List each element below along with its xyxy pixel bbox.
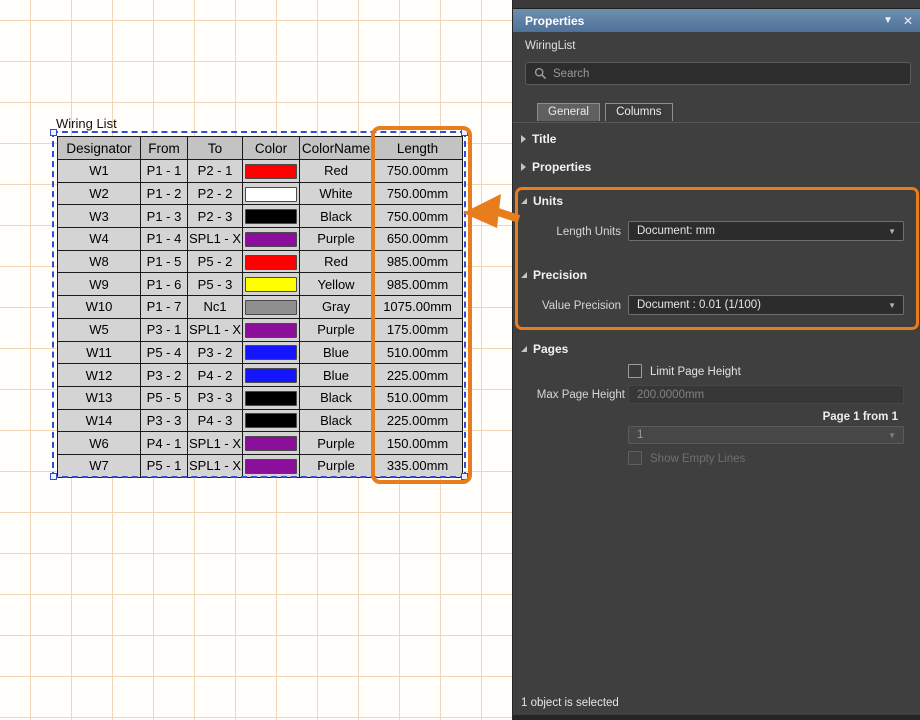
show-empty-lines-label: Show Empty Lines	[650, 453, 745, 465]
selected-object-type: WiringList	[525, 40, 575, 52]
panel-title-bar[interactable]: Properties ▼ ✕	[513, 9, 920, 32]
max-page-height-label: Max Page Height	[521, 389, 625, 401]
collapsed-arrow-icon	[521, 135, 526, 143]
section-title[interactable]: Title	[521, 132, 556, 146]
panel-menu-chevron-icon[interactable]: ▼	[883, 15, 893, 26]
section-units[interactable]: Units	[521, 194, 563, 208]
limit-page-height-checkbox[interactable]	[628, 364, 642, 378]
properties-panel: Properties ▼ ✕ WiringList General Column…	[512, 0, 920, 720]
table-selection-outline[interactable]	[52, 131, 466, 478]
search-box[interactable]	[525, 62, 911, 85]
selection-handle-top-right[interactable]	[461, 129, 468, 136]
section-properties[interactable]: Properties	[521, 160, 591, 174]
chevron-down-icon: ▼	[888, 227, 896, 236]
status-text: 1 object is selected	[521, 697, 619, 709]
tab-columns[interactable]: Columns	[605, 103, 672, 121]
length-units-label: Length Units	[521, 226, 621, 238]
schematic-canvas[interactable]: Wiring List DesignatorFromToColorColorNa…	[0, 0, 512, 720]
value-precision-label: Value Precision	[521, 300, 621, 312]
chevron-down-icon: ▼	[888, 431, 896, 440]
panel-title: Properties	[525, 14, 584, 28]
panel-top-strip	[513, 0, 920, 9]
section-precision[interactable]: Precision	[521, 268, 587, 282]
expanded-arrow-icon	[521, 272, 527, 278]
chevron-down-icon: ▼	[888, 301, 896, 310]
selection-handle-bottom-left[interactable]	[50, 473, 57, 480]
length-units-dropdown[interactable]: Document: mm ▼	[628, 221, 904, 241]
wiring-list-title: Wiring List	[56, 116, 117, 131]
search-icon	[534, 67, 547, 80]
tab-general[interactable]: General	[537, 103, 600, 121]
page-counter: Page 1 from 1	[823, 411, 898, 423]
show-empty-lines-checkbox[interactable]	[628, 451, 642, 465]
max-page-height-input[interactable]: 200.0000mm	[628, 385, 904, 404]
limit-page-height-label: Limit Page Height	[650, 366, 741, 378]
page-select-dropdown[interactable]: 1 ▼	[628, 426, 904, 444]
collapsed-arrow-icon	[521, 163, 526, 171]
panel-bottom-edge	[513, 715, 920, 720]
expanded-arrow-icon	[521, 346, 527, 352]
search-input[interactable]	[553, 68, 883, 80]
selection-handle-top-left[interactable]	[50, 129, 57, 136]
expanded-arrow-icon	[521, 198, 527, 204]
panel-close-icon[interactable]: ✕	[903, 14, 913, 28]
section-pages[interactable]: Pages	[521, 342, 568, 356]
value-precision-dropdown[interactable]: Document : 0.01 (1/100) ▼	[628, 295, 904, 315]
tab-separator	[513, 122, 920, 123]
selection-handle-bottom-right[interactable]	[461, 473, 468, 480]
